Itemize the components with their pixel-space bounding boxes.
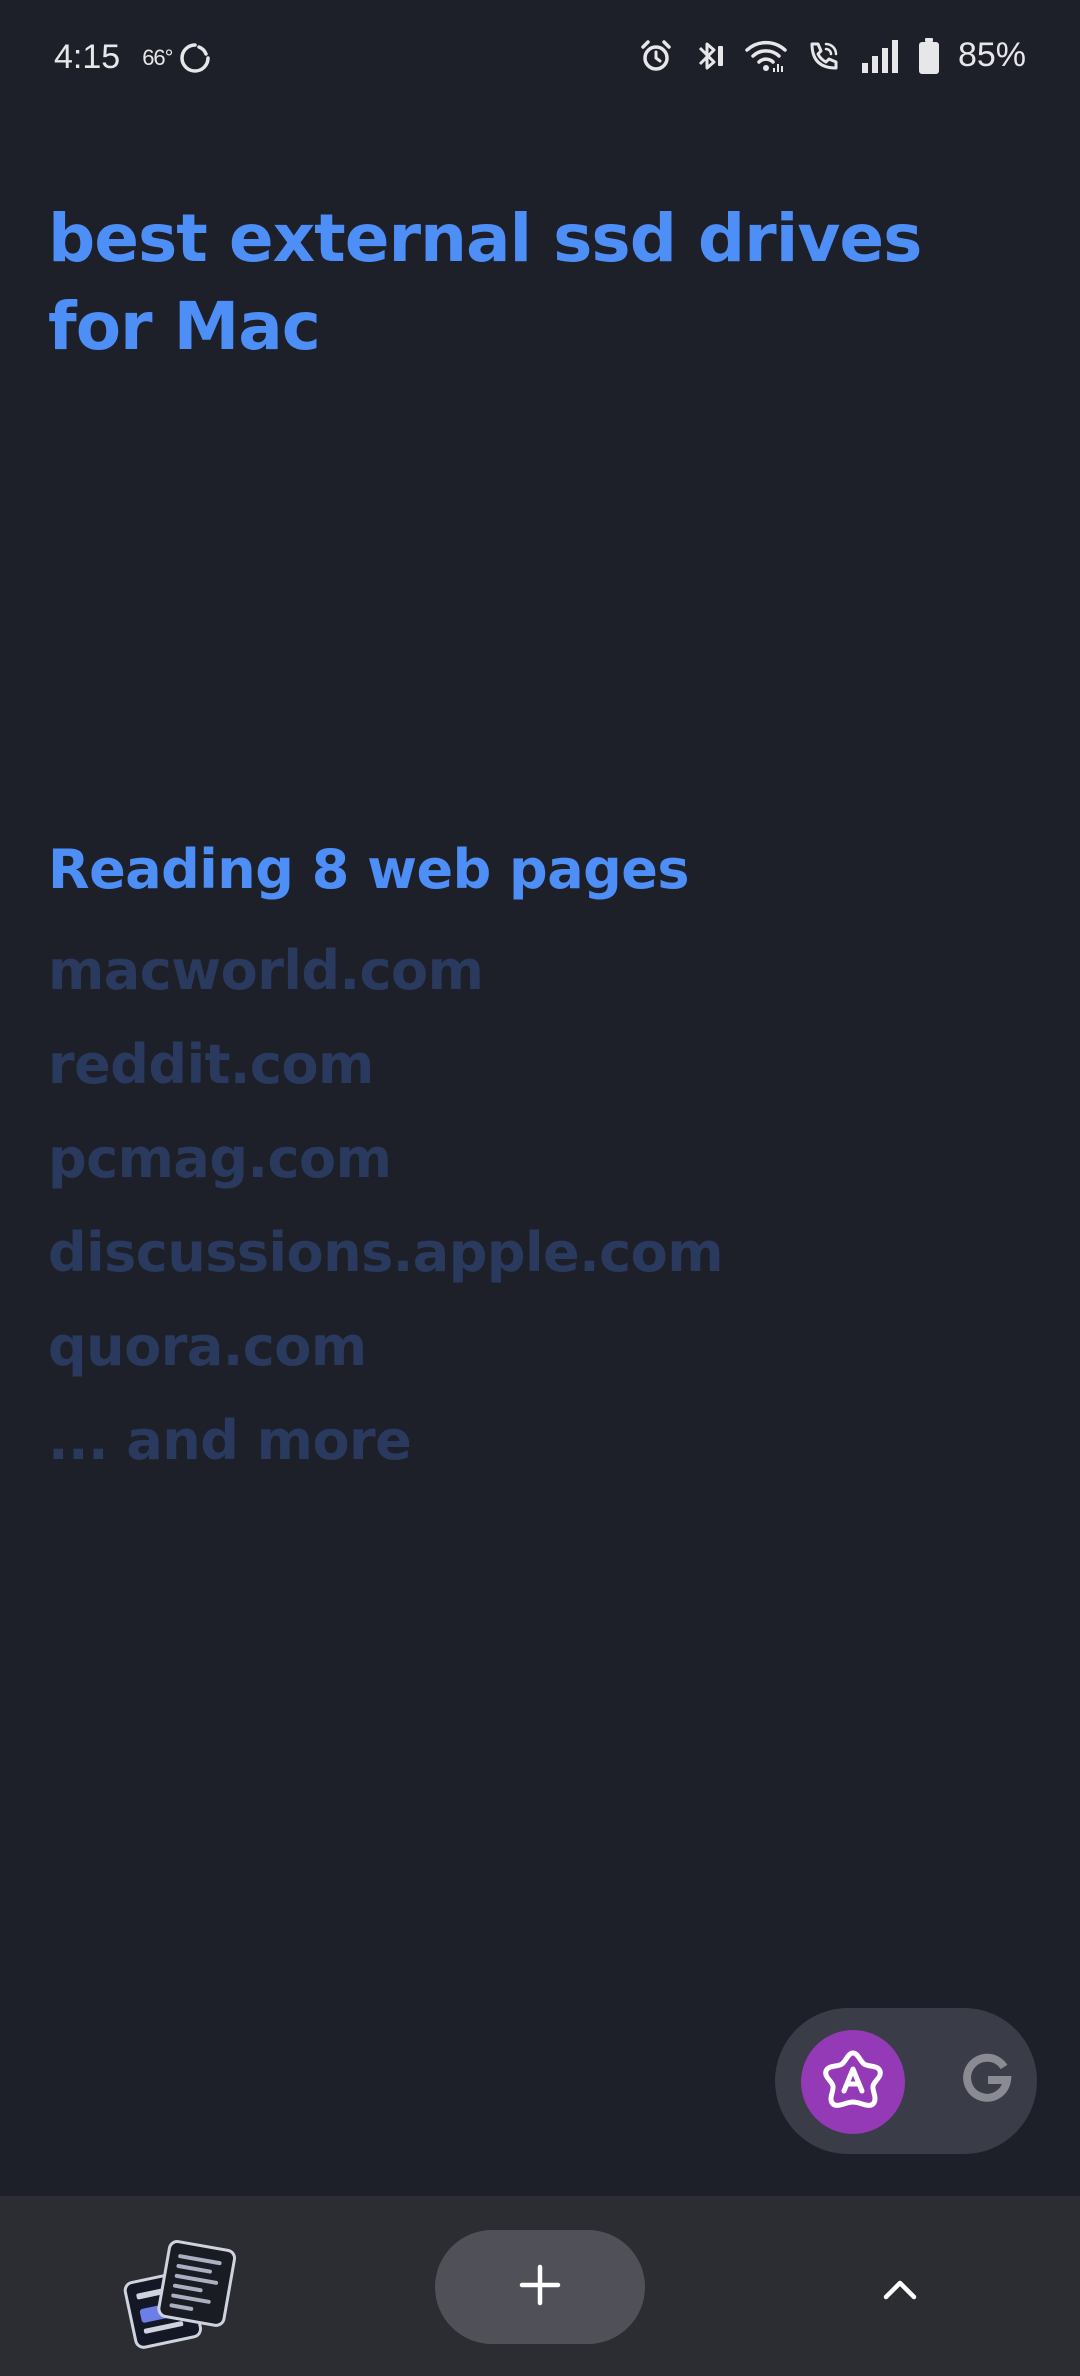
weather-icon <box>178 41 212 75</box>
reading-status-heading: Reading 8 web pages <box>48 838 690 901</box>
new-tab-button[interactable] <box>435 2230 645 2344</box>
bluetooth-icon <box>692 38 726 74</box>
wifi-calling-icon <box>806 38 842 74</box>
assistant-switcher <box>775 2008 1037 2154</box>
weather-widget: 66° <box>142 41 212 75</box>
bottom-bar <box>0 2196 1080 2376</box>
signal-icon <box>860 39 900 73</box>
tabs-thumbnail-icon <box>120 2240 240 2356</box>
google-button[interactable] <box>935 2030 1039 2134</box>
wifi-icon <box>744 38 788 74</box>
status-right: 85% <box>638 36 1026 75</box>
search-query-title: best external ssd drives for Mac <box>48 200 922 365</box>
status-time: 4:15 <box>54 38 121 76</box>
source-item: discussions.apple.com <box>48 1221 724 1284</box>
alarm-icon <box>638 38 674 74</box>
assistant-button[interactable] <box>801 2030 905 2134</box>
source-item: macworld.com <box>48 939 484 1002</box>
battery-icon <box>918 37 940 74</box>
source-item-more: ... and more <box>48 1409 412 1472</box>
status-bar: 4:15 66° 85% <box>0 0 1080 120</box>
status-temperature: 66° <box>142 44 173 70</box>
tabs-button[interactable] <box>120 2232 240 2352</box>
assistant-icon <box>820 2047 886 2117</box>
source-list: macworld.com reddit.com pcmag.com discus… <box>48 935 724 1499</box>
google-icon <box>960 2053 1014 2111</box>
plus-icon <box>518 2263 562 2311</box>
status-left: 4:15 66° <box>54 38 212 77</box>
expand-button[interactable] <box>860 2252 940 2332</box>
source-item: pcmag.com <box>48 1127 392 1190</box>
source-item: quora.com <box>48 1315 367 1378</box>
source-item: reddit.com <box>48 1033 374 1096</box>
chevron-up-icon <box>880 2277 920 2307</box>
battery-percentage: 85% <box>957 36 1026 74</box>
